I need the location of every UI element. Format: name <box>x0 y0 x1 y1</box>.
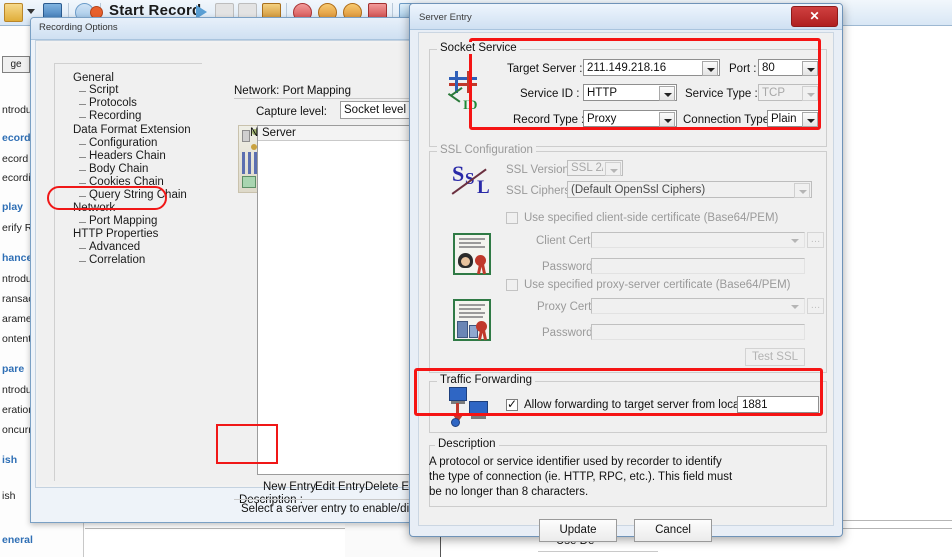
socket-service-highlight <box>469 38 821 130</box>
ssl-ciphers-value: (Default OpenSsl Ciphers) <box>571 184 706 196</box>
ssl-version-combo: SSL 2/3 <box>567 160 623 176</box>
use-proxy-certificate-checkbox[interactable] <box>506 279 518 291</box>
proxy-cert-field[interactable] <box>591 298 805 314</box>
dropdown-arrow-icon[interactable] <box>27 9 35 14</box>
use-client-certificate-label: Use specified client-side certificate (B… <box>524 212 779 224</box>
server-entry-titlebar[interactable]: Server Entry ✕ <box>410 4 842 30</box>
client-cert-label: Client Cert : <box>536 235 597 247</box>
proxy-password-field[interactable] <box>591 324 805 340</box>
client-cert-browse-button[interactable]: … <box>807 232 824 248</box>
pane-title: Network: Port Mapping <box>234 85 351 97</box>
tree-item-http-properties[interactable]: HTTP Properties <box>73 228 158 240</box>
proxy-cert-browse-button[interactable]: … <box>807 298 824 314</box>
screenshot-root: Start Record ge ntroduc ecordin ecord ec… <box>0 0 952 557</box>
tree-item-recording[interactable]: Recording <box>89 110 141 122</box>
description-label: Description <box>435 438 499 450</box>
traffic-forwarding-label: Traffic Forwarding <box>437 374 536 386</box>
tree-item-protocols[interactable]: Protocols <box>89 97 137 109</box>
recording-options-title: Recording Options <box>39 22 118 33</box>
use-proxy-certificate-label: Use specified proxy-server certificate (… <box>524 279 791 291</box>
test-ssl-button: Test SSL <box>745 348 805 366</box>
description-line-3: be no longer than 8 characters. <box>429 486 589 498</box>
tree-item-configuration[interactable]: Configuration <box>89 137 157 149</box>
chevron-down-icon <box>605 162 621 176</box>
cancel-button[interactable]: Cancel <box>634 519 712 542</box>
nav-head-11: pare <box>2 363 25 375</box>
capture-level-label: Capture level: <box>256 106 327 118</box>
tree-item-correlation[interactable]: Correlation <box>89 254 145 266</box>
new-entry-button[interactable]: New Entry <box>263 481 316 493</box>
client-password-field[interactable] <box>591 258 805 274</box>
server-list-header-prefix: N <box>250 127 259 139</box>
tree-item-port-mapping[interactable]: Port Mapping <box>89 215 157 227</box>
close-icon[interactable]: ✕ <box>791 6 838 27</box>
ssl-configuration-label: SSL Configuration <box>437 144 536 156</box>
proxy-cert-label: Proxy Cert : <box>537 301 598 313</box>
ssl-ciphers-label: SSL Ciphers : <box>506 185 577 197</box>
options-tree[interactable]: General Script Protocols Recording Data … <box>54 63 202 481</box>
description-line-1: A protocol or service identifier used by… <box>429 456 722 468</box>
client-certificate-icon <box>453 233 491 275</box>
description-line-2: the type of connection (ie. HTTP, RPC, e… <box>429 471 733 483</box>
nav-tab-page[interactable]: ge <box>2 56 30 73</box>
ssl-version-value: SSL 2/3 <box>571 162 603 174</box>
server-entry-title: Server Entry <box>419 12 472 23</box>
nav-head-15: ish <box>2 454 18 466</box>
ssl-icon: S S L <box>451 161 490 198</box>
tree-item-advanced[interactable]: Advanced <box>89 241 140 253</box>
nav-item-16[interactable]: ish <box>2 490 15 502</box>
use-client-certificate-checkbox[interactable] <box>506 212 518 224</box>
ssl-ciphers-combo: (Default OpenSsl Ciphers) <box>567 181 812 198</box>
chevron-down-icon <box>794 183 810 198</box>
tree-item-body-chain[interactable]: Body Chain <box>89 163 148 175</box>
tree-item-script[interactable]: Script <box>89 84 118 96</box>
folder-open-icon[interactable] <box>4 3 23 22</box>
nav-head-17: eneral <box>2 534 33 546</box>
ssl-version-label: SSL Version : <box>506 164 576 176</box>
port-mapping-tree-highlight <box>47 186 167 210</box>
tree-item-data-format-ext[interactable]: Data Format Extension <box>73 124 191 136</box>
nav-head-4: play <box>2 201 24 213</box>
client-cert-field[interactable] <box>591 232 805 248</box>
tree-item-general[interactable]: General <box>73 72 114 84</box>
server-certificate-icon <box>453 299 491 341</box>
socket-service-label: Socket Service <box>437 42 520 54</box>
nav-item-2[interactable]: ecord <box>2 153 28 165</box>
new-entry-highlight <box>216 424 278 464</box>
tree-item-headers-chain[interactable]: Headers Chain <box>89 150 166 162</box>
edit-entry-button[interactable]: Edit Entry <box>315 481 365 493</box>
nav-item-10[interactable]: ontent <box>2 333 31 345</box>
update-button[interactable]: Update <box>539 519 617 542</box>
